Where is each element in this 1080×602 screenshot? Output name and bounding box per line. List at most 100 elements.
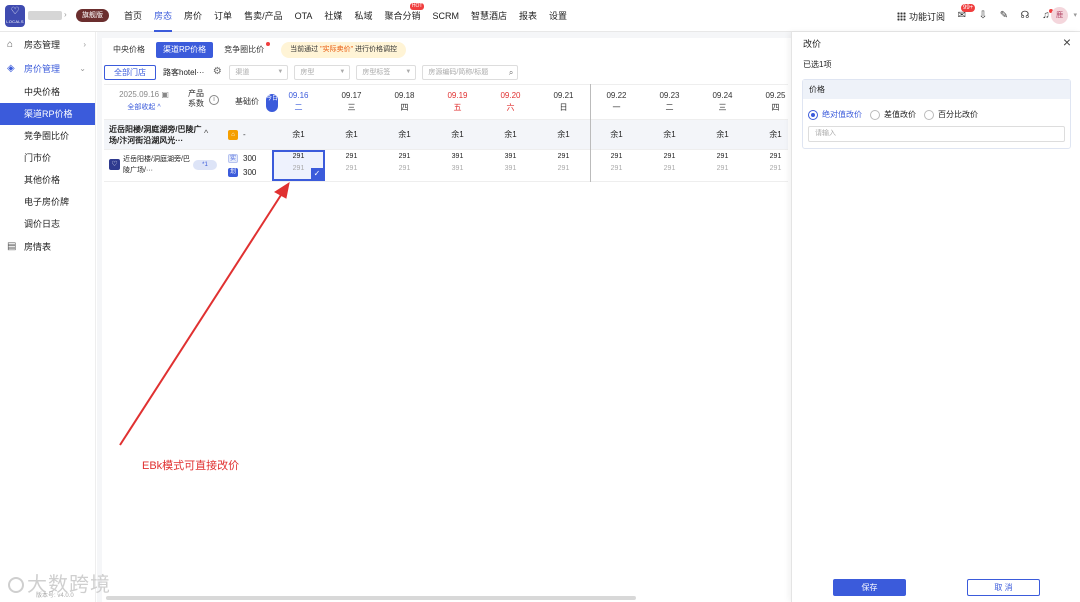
chevron-up-icon[interactable]: ^ (204, 128, 208, 138)
sidebar-item[interactable]: 门市价 (0, 147, 95, 169)
selected-count: 已选1项 (803, 60, 832, 69)
message-icon[interactable]: ✉ 99+ (956, 4, 976, 22)
channel-logo-icon: ♡ (109, 159, 120, 170)
gear-icon[interactable]: ⚙ (211, 66, 223, 78)
strike-price: 291 (398, 165, 411, 172)
day-header[interactable]: 09.22 一 (590, 85, 643, 119)
account-caret-icon[interactable]: › (64, 10, 67, 19)
room-type-icon: ⌂ (228, 130, 238, 140)
price-cell[interactable]: 291 291 (378, 150, 431, 181)
nav-item[interactable]: SCRM (432, 0, 459, 32)
tab-central-price[interactable]: 中央价格 (106, 42, 152, 58)
day-weekday: 五 (453, 103, 462, 112)
strike-price: 291 (557, 165, 570, 172)
tab-channel-rp-price[interactable]: 渠道RP价格 (156, 42, 214, 58)
panel-title: 改价 (803, 39, 822, 49)
nav-item[interactable]: OTA (295, 0, 313, 32)
day-header[interactable]: 09.20 六 (484, 85, 537, 119)
nav-item[interactable]: 首页 (124, 0, 142, 32)
notice-pre: 当前通过 (290, 46, 319, 53)
sidebar-group-room-status[interactable]: ⌂ 房态管理 › (0, 33, 95, 57)
availability-cell: 余1 (398, 130, 411, 139)
room-type-select[interactable]: 房型 ▼ (294, 64, 351, 80)
tab-competitor-compare[interactable]: 竞争圈比价 (217, 42, 271, 58)
cancel-button[interactable]: 取 消 (967, 579, 1040, 596)
price-cell[interactable]: 291 291 (325, 150, 378, 181)
top-right-tools: 功能订阅 ✉ 99+ ⇩ ✎ ☊ ♫ (896, 0, 1053, 32)
group-base-price: - (243, 130, 246, 139)
avatar[interactable]: 鹿 (1051, 7, 1068, 24)
price-cell[interactable]: 291 291 (696, 150, 749, 181)
nav-item[interactable]: 售卖/产品 (244, 0, 283, 32)
day-date: 09.19 (447, 91, 468, 100)
nav-item[interactable]: 私域 (354, 0, 372, 32)
nav-item[interactable]: 社媒 (324, 0, 342, 32)
app-logo[interactable]: ♡ LOCALS (5, 5, 25, 27)
horizontal-scrollbar[interactable] (106, 596, 636, 600)
price-cell[interactable]: 391 391 (431, 150, 484, 181)
sidebar-item[interactable]: 其他价格 (0, 169, 95, 191)
coef-badge[interactable]: *1 (193, 160, 217, 170)
feature-subscribe-button[interactable]: 功能订阅 (896, 10, 945, 23)
sidebar-item[interactable]: 电子房价牌 (0, 191, 95, 213)
sidebar-group-room-report[interactable]: ▤ 房情表 (0, 235, 95, 259)
nav-item[interactable]: 设置 (549, 0, 567, 32)
edit-icon[interactable]: ✎ (998, 10, 1010, 22)
annotation-text: EBk模式可直接改价 (142, 460, 240, 472)
day-header[interactable]: 09.17 三 (325, 85, 378, 119)
version-text: 版本号: v4.0.0 (36, 593, 74, 599)
day-header[interactable]: 09.21 日 (537, 85, 590, 119)
radio-difference[interactable]: 差值改价 (870, 109, 916, 120)
close-icon[interactable]: × (1063, 34, 1071, 50)
day-header[interactable]: 09.16 二 (272, 85, 325, 119)
chevron-down-icon: ▼ (339, 68, 346, 75)
nav-item[interactable]: 房态 (154, 0, 173, 32)
date-picker-cell[interactable]: 2025.09.16 ▣ 全部收起 ^ (104, 85, 184, 119)
collapse-all-link[interactable]: 全部收起 (127, 104, 155, 111)
day-weekday: 四 (400, 103, 409, 112)
download-icon[interactable]: ⇩ (977, 10, 989, 22)
price-cell[interactable]: 291 291 ✓ (272, 150, 325, 181)
radio-percent[interactable]: 百分比改价 (924, 109, 978, 120)
save-button[interactable]: 保存 (833, 579, 906, 596)
notice-post: 进行价格调控 (355, 46, 398, 53)
day-date: 09.21 (553, 91, 574, 100)
nav-item[interactable]: 房价 (184, 0, 202, 32)
day-header[interactable]: 09.18 四 (378, 85, 431, 119)
price-cell[interactable]: 291 291 (643, 150, 696, 181)
day-weekday: 三 (347, 103, 356, 112)
hotel-select[interactable]: 路客hotel··· (159, 65, 208, 80)
nav-item[interactable]: 聚合分销 HOT (384, 0, 425, 32)
price-input[interactable]: 请输入 (808, 126, 1065, 142)
nav-item[interactable]: 智慧酒店 (471, 0, 507, 32)
notice-highlight: "实际卖价" (320, 46, 354, 53)
actual-price: 391 (504, 153, 517, 160)
day-date: 09.23 (659, 91, 680, 100)
price-cell[interactable]: 291 291 (537, 150, 590, 181)
price-mode-notice: 当前通过 "实际卖价" 进行价格调控 (281, 42, 407, 58)
room-tag-select[interactable]: 房型标签 ▼ (356, 64, 417, 80)
all-stores-button[interactable]: 全部门店 (104, 64, 156, 80)
sidebar-item[interactable]: 渠道RP价格 (0, 103, 95, 125)
sidebar-group-price[interactable]: ◈ 房价管理 ⌄ (0, 57, 95, 81)
price-cell[interactable]: 391 391 (484, 150, 537, 181)
headset-icon[interactable]: ☊ (1019, 10, 1031, 22)
nav-item[interactable]: 订单 (214, 0, 232, 32)
radio-absolute[interactable]: 绝对值改价 (808, 109, 862, 120)
room-search-input[interactable]: 房源编码/简称/标题 ⌕ (422, 64, 519, 80)
channel-select[interactable]: 渠道 ▼ (229, 64, 289, 80)
availability-cell: 余1 (663, 130, 676, 139)
sidebar-item[interactable]: 调价日志 (0, 213, 95, 235)
info-icon[interactable]: i (209, 95, 219, 105)
avatar-caret-icon[interactable]: ▾ (1073, 11, 1077, 19)
day-header[interactable]: 09.24 三 (696, 85, 749, 119)
nav-item[interactable]: 报表 (519, 0, 537, 32)
price-cell[interactable]: 291 291 (590, 150, 643, 181)
account-name-blurred[interactable] (28, 11, 62, 20)
tab-label: 竞争圈比价 (224, 45, 265, 54)
sidebar-item[interactable]: 竞争圈比价 (0, 125, 95, 147)
day-date: 09.17 (341, 91, 362, 100)
day-header[interactable]: 09.23 二 (643, 85, 696, 119)
sidebar-item[interactable]: 中央价格 (0, 81, 95, 103)
day-header[interactable]: 09.19 五 (431, 85, 484, 119)
